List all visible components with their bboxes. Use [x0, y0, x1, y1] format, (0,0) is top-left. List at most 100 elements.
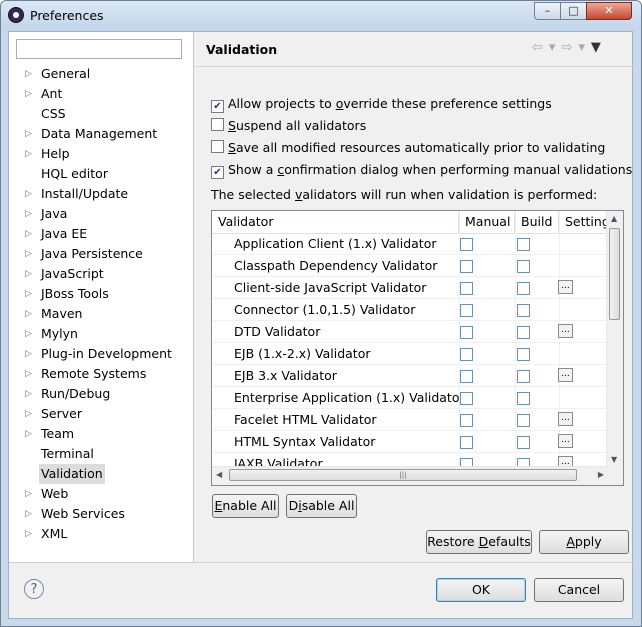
tree-item[interactable]: ▷ Web Services [9, 504, 193, 524]
column-header-validator[interactable]: Validator [212, 211, 459, 233]
tree-item[interactable]: ▷ Java EE [9, 224, 193, 244]
manual-checkbox[interactable] [460, 304, 473, 317]
expand-arrow-icon[interactable]: ▷ [25, 484, 35, 504]
tree-item[interactable]: ▷ Mylyn [9, 324, 193, 344]
expand-arrow-icon[interactable]: ▷ [25, 504, 35, 524]
build-checkbox[interactable] [517, 348, 530, 361]
minimize-button[interactable]: – [534, 2, 561, 20]
manual-checkbox[interactable] [460, 260, 473, 273]
tree-item[interactable]: ▷ Install/Update [9, 184, 193, 204]
option-checkbox[interactable]: Save all modified resources automaticall… [211, 139, 605, 157]
expand-arrow-icon[interactable]: ▷ [25, 364, 35, 384]
filter-input[interactable] [16, 39, 182, 59]
expand-arrow-icon[interactable]: ▷ [25, 284, 35, 304]
tree-item[interactable]: ▷ Remote Systems [9, 364, 193, 384]
restore-defaults-button[interactable]: Restore Defaults [426, 530, 532, 554]
expand-arrow-icon[interactable]: ▷ [25, 264, 35, 284]
disable-all-button[interactable]: Disable All [286, 494, 357, 518]
column-header-manual[interactable]: Manual [459, 211, 515, 233]
forward-arrow-icon[interactable]: ⇨ [561, 40, 572, 55]
tree-item[interactable]: ▷ Help [9, 144, 193, 164]
build-checkbox[interactable] [517, 238, 530, 251]
expand-arrow-icon[interactable]: ▷ [25, 204, 35, 224]
tree-item[interactable]: ▷ Plug-in Development [9, 344, 193, 364]
expand-arrow-icon[interactable]: ▷ [25, 384, 35, 404]
back-dropdown-icon[interactable]: ▾ [549, 40, 556, 55]
tree-item[interactable]: Validation [9, 464, 193, 484]
expand-arrow-icon[interactable]: ▷ [25, 84, 35, 104]
tree-item[interactable]: ▷ XML [9, 524, 193, 544]
option-checkbox[interactable]: Suspend all validators [211, 117, 366, 135]
manual-checkbox[interactable] [460, 392, 473, 405]
table-row[interactable]: Enterprise Application (1.x) Validator [212, 387, 608, 409]
tree-item[interactable]: HQL editor [9, 164, 193, 184]
manual-checkbox[interactable] [460, 414, 473, 427]
horizontal-scrollbar[interactable]: ◀ ||| ▶ [212, 466, 608, 485]
ok-button[interactable]: OK [436, 578, 526, 602]
expand-arrow-icon[interactable]: ▷ [25, 424, 35, 444]
tree-item[interactable]: CSS [9, 104, 193, 124]
checkbox-icon[interactable] [211, 118, 224, 131]
vertical-scroll-thumb[interactable] [609, 228, 620, 320]
manual-checkbox[interactable] [460, 348, 473, 361]
settings-button[interactable]: ... [558, 324, 573, 338]
settings-button[interactable]: ... [558, 280, 573, 294]
build-checkbox[interactable] [517, 282, 530, 295]
tree-item[interactable]: ▷ Run/Debug [9, 384, 193, 404]
build-checkbox[interactable] [517, 414, 530, 427]
tree-item[interactable]: ▷ Ant [9, 84, 193, 104]
maximize-button[interactable]: □ [560, 2, 587, 20]
expand-arrow-icon[interactable]: ▷ [25, 244, 35, 264]
horizontal-scroll-thumb[interactable]: ||| [229, 469, 577, 481]
expand-arrow-icon[interactable]: ▷ [25, 324, 35, 344]
close-button[interactable]: ✕ [586, 2, 632, 20]
tree-item[interactable]: ▷ Team [9, 424, 193, 444]
vertical-scrollbar[interactable]: ▲ ▼ [606, 211, 623, 467]
view-menu-icon[interactable]: ▼ [591, 40, 601, 55]
expand-arrow-icon[interactable]: ▷ [25, 404, 35, 424]
expand-arrow-icon[interactable]: ▷ [25, 344, 35, 364]
settings-button[interactable]: ... [558, 368, 573, 382]
expand-arrow-icon[interactable]: ▷ [25, 124, 35, 144]
table-row[interactable]: Connector (1.0,1.5) Validator [212, 299, 608, 321]
expand-arrow-icon[interactable]: ▷ [25, 304, 35, 324]
option-checkbox[interactable]: ✔ Allow projects to override these prefer… [211, 95, 552, 113]
option-checkbox[interactable]: ✔ Show a confirmation dialog when perform… [211, 161, 632, 179]
scroll-right-icon[interactable]: ▶ [598, 470, 604, 479]
build-checkbox[interactable] [517, 304, 530, 317]
table-row[interactable]: Client-side JavaScript Validator... [212, 277, 608, 299]
table-row[interactable]: DTD Validator... [212, 321, 608, 343]
build-checkbox[interactable] [517, 370, 530, 383]
manual-checkbox[interactable] [460, 238, 473, 251]
tree-item[interactable]: Terminal [9, 444, 193, 464]
build-checkbox[interactable] [517, 436, 530, 449]
expand-arrow-icon[interactable]: ▷ [25, 184, 35, 204]
forward-dropdown-icon[interactable]: ▾ [578, 40, 585, 55]
column-header-settings[interactable]: Setting [559, 211, 608, 233]
settings-button[interactable]: ... [558, 412, 573, 426]
expand-arrow-icon[interactable]: ▷ [25, 64, 35, 84]
manual-checkbox[interactable] [460, 326, 473, 339]
title-bar[interactable]: Preferences – □ ✕ [1, 1, 641, 31]
scroll-left-icon[interactable]: ◀ [216, 470, 222, 479]
tree-item[interactable]: ▷ Java Persistence [9, 244, 193, 264]
table-row[interactable]: Classpath Dependency Validator [212, 255, 608, 277]
expand-arrow-icon[interactable]: ▷ [25, 524, 35, 544]
settings-button[interactable]: ... [558, 434, 573, 448]
cancel-button[interactable]: Cancel [534, 578, 624, 602]
table-row[interactable]: HTML Syntax Validator... [212, 431, 608, 453]
tree-item[interactable]: ▷ Maven [9, 304, 193, 324]
table-row[interactable]: EJB (1.x-2.x) Validator [212, 343, 608, 365]
scroll-up-icon[interactable]: ▲ [611, 214, 617, 223]
checkbox-icon[interactable] [211, 140, 224, 153]
expand-arrow-icon[interactable]: ▷ [25, 144, 35, 164]
checkbox-checked-icon[interactable]: ✔ [211, 100, 224, 113]
tree-item[interactable]: ▷ General [9, 64, 193, 84]
table-row[interactable]: EJB 3.x Validator... [212, 365, 608, 387]
manual-checkbox[interactable] [460, 282, 473, 295]
table-row[interactable]: Application Client (1.x) Validator [212, 233, 608, 255]
help-icon[interactable]: ? [24, 579, 44, 599]
tree-item[interactable]: ▷ Java [9, 204, 193, 224]
manual-checkbox[interactable] [460, 436, 473, 449]
build-checkbox[interactable] [517, 392, 530, 405]
